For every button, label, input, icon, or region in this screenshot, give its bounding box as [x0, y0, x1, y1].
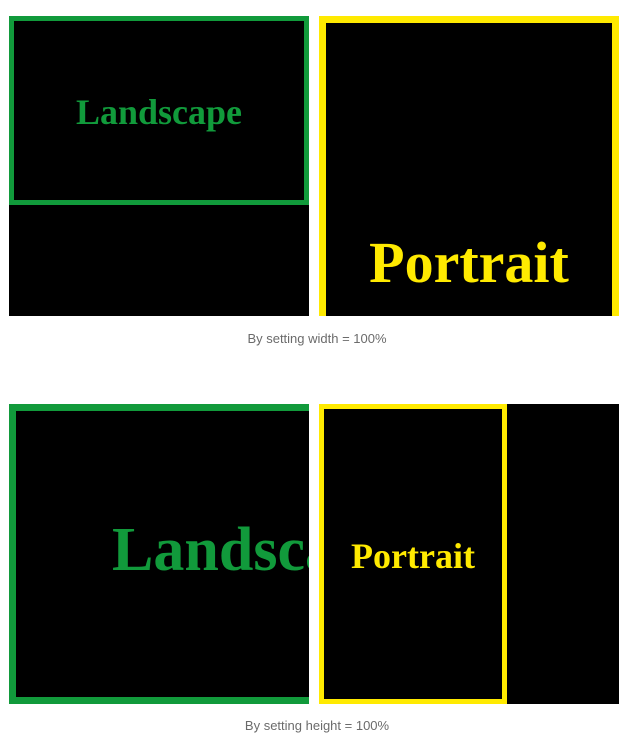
- caption-width: By setting width = 100%: [247, 331, 387, 346]
- example-width-100: Landscape Portrait: [9, 16, 619, 316]
- portrait-image-text: Portrait: [351, 536, 475, 576]
- landscape-image-text: Landscape: [75, 92, 243, 132]
- landscape-container: Landscape: [9, 16, 309, 316]
- caption-height: By setting height = 100%: [244, 718, 390, 733]
- portrait-container: Portrait: [319, 16, 619, 316]
- landscape-image-text: Landscape: [112, 516, 309, 584]
- landscape-container: Landscape: [9, 404, 309, 704]
- portrait-image: Portrait: [319, 404, 507, 704]
- example-height-100: Landscape Portrait: [9, 404, 619, 704]
- landscape-image: Landscape: [9, 16, 309, 205]
- portrait-image: Portrait: [319, 16, 619, 316]
- portrait-image-text: Portrait: [369, 230, 569, 295]
- portrait-container: Portrait: [319, 404, 619, 704]
- landscape-image: Landscape: [9, 404, 309, 704]
